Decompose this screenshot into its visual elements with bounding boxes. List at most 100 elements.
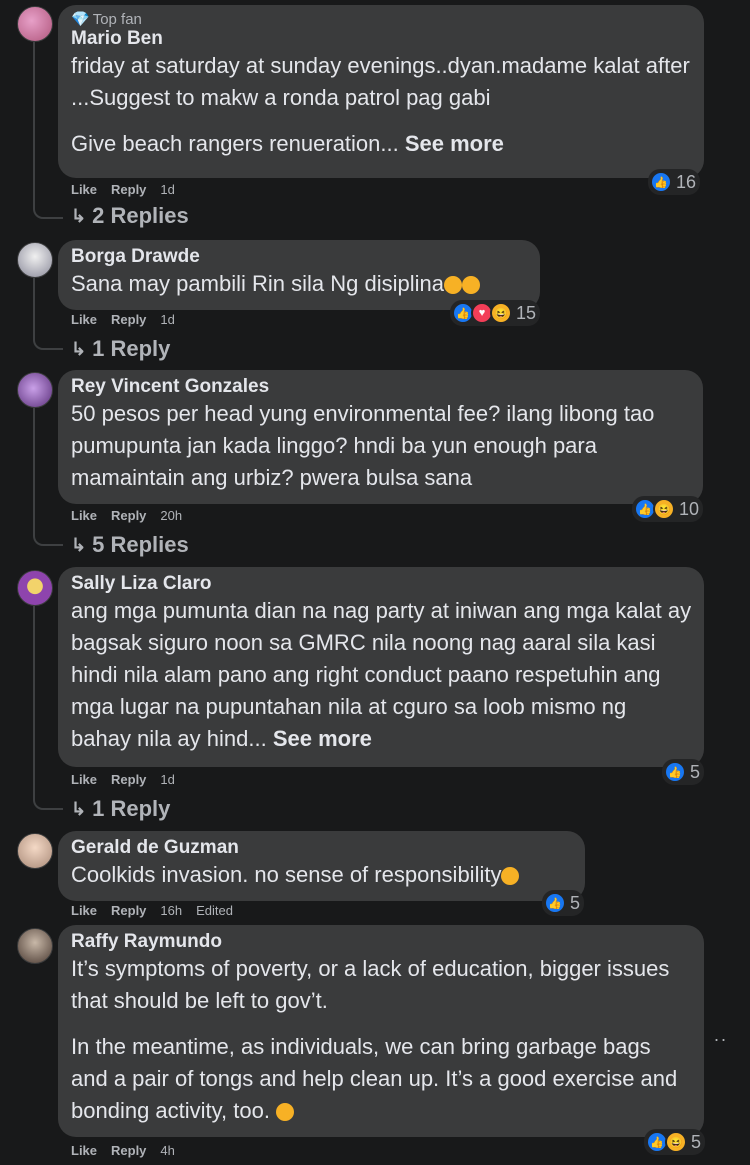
reply-arrow-icon: ↳ — [71, 798, 87, 819]
like-button[interactable]: Like — [71, 312, 97, 327]
like-button[interactable]: Like — [71, 508, 97, 523]
avatar[interactable] — [17, 242, 53, 278]
thread-line — [33, 42, 63, 219]
reaction-summary[interactable]: 👍 😆 5 — [644, 1129, 706, 1155]
comment-bubble: Sally Liza Claro ang mga pumunta dian na… — [58, 567, 704, 767]
comment-bubble: Rey Vincent Gonzales 50 pesos per head y… — [58, 370, 703, 504]
see-more-link[interactable]: See more — [273, 726, 372, 751]
comment-text: It’s symptoms of poverty, or a lack of e… — [71, 953, 692, 1127]
reply-button[interactable]: Reply — [111, 1143, 146, 1158]
view-replies-link[interactable]: ↳ 2 Replies — [71, 203, 189, 229]
comment-text: Coolkids invasion. no sense of responsib… — [71, 859, 573, 891]
like-button[interactable]: Like — [71, 1143, 97, 1158]
comment-actions: Like Reply 4h — [71, 1143, 175, 1158]
reaction-summary[interactable]: 👍 5 — [662, 759, 705, 785]
comment-author[interactable]: Sally Liza Claro — [71, 573, 692, 595]
comment-time[interactable]: 4h — [160, 1143, 174, 1158]
haha-reaction-icon: 😆 — [490, 302, 512, 324]
like-reaction-icon: 👍 — [664, 761, 686, 783]
comment-author[interactable]: Borga Drawde — [71, 246, 528, 268]
avatar[interactable] — [17, 6, 53, 42]
haha-reaction-icon: 😆 — [653, 498, 675, 520]
reaction-summary[interactable]: 👍 5 — [542, 890, 585, 916]
comment-time[interactable]: 16h — [160, 903, 182, 918]
comment-bubble: Gerald de Guzman Coolkids invasion. no s… — [58, 831, 585, 901]
comment-paragraph: Sana may pambili Rin sila Ng disiplina — [71, 268, 528, 300]
comment-time[interactable]: 20h — [160, 508, 182, 523]
comment-actions: Like Reply 20h — [71, 508, 182, 523]
grimace-emoji-icon — [461, 276, 480, 295]
top-fan-badge: 💎 Top fan — [71, 11, 692, 28]
comment-text: ang mga pumunta dian na nag party at ini… — [71, 595, 692, 755]
like-reaction-icon: 👍 — [650, 171, 672, 193]
reaction-count: 10 — [679, 498, 700, 519]
comment-actions: Like Reply 1d — [71, 772, 175, 787]
more-options-button[interactable]: .. — [714, 1025, 728, 1046]
avatar[interactable] — [17, 570, 53, 606]
badge-label: Top fan — [92, 11, 142, 28]
comment-paragraph-text: Coolkids invasion. no sense of responsib… — [71, 862, 502, 887]
reaction-summary[interactable]: 👍 16 — [648, 169, 701, 195]
comment-paragraph-text: In the meantime, as individuals, we can … — [71, 1034, 678, 1123]
comment-text: Sana may pambili Rin sila Ng disiplina — [71, 268, 528, 300]
avatar[interactable] — [17, 928, 53, 964]
reaction-count: 15 — [516, 302, 537, 323]
reply-button[interactable]: Reply — [111, 182, 146, 197]
reply-button[interactable]: Reply — [111, 903, 146, 918]
comment-author[interactable]: Mario Ben — [71, 28, 692, 50]
reaction-count: 5 — [690, 761, 701, 782]
replies-count: 1 Reply — [92, 336, 171, 361]
replies-count: 1 Reply — [92, 796, 171, 821]
reply-button[interactable]: Reply — [111, 312, 146, 327]
comment-bubble: 💎 Top fan Mario Ben friday at saturday a… — [58, 5, 704, 178]
worried-emoji-icon — [501, 867, 520, 886]
reply-button[interactable]: Reply — [111, 508, 146, 523]
thread-line — [33, 278, 63, 350]
view-replies-link[interactable]: ↳ 5 Replies — [71, 532, 189, 558]
comment-paragraph: Give beach rangers renueration... See mo… — [71, 128, 692, 160]
comment-paragraph: In the meantime, as individuals, we can … — [71, 1031, 692, 1127]
comment-actions: Like Reply 1d — [71, 182, 175, 197]
comment-paragraph: Coolkids invasion. no sense of responsib… — [71, 859, 573, 891]
like-button[interactable]: Like — [71, 182, 97, 197]
reaction-summary[interactable]: 👍 😆 10 — [632, 496, 704, 522]
comment-time[interactable]: 1d — [160, 312, 174, 327]
comment-paragraph: friday at saturday at sunday evenings..d… — [71, 53, 690, 110]
comment-paragraph-text: ang mga pumunta dian na nag party at ini… — [71, 598, 692, 751]
reaction-count: 5 — [570, 892, 581, 913]
replies-count: 5 Replies — [92, 532, 189, 557]
see-more-link[interactable]: See more — [405, 131, 504, 156]
view-replies-link[interactable]: ↳ 1 Reply — [71, 336, 170, 362]
grimace-emoji-icon — [443, 276, 462, 295]
view-replies-link[interactable]: ↳ 1 Reply — [71, 796, 170, 822]
replies-count: 2 Replies — [92, 203, 189, 228]
like-button[interactable]: Like — [71, 903, 97, 918]
thread-line — [33, 606, 63, 810]
like-button[interactable]: Like — [71, 772, 97, 787]
reaction-summary[interactable]: 👍 ♥ 😆 15 — [450, 300, 541, 326]
diamond-icon: 💎 — [71, 11, 90, 28]
smile-emoji-icon — [276, 1103, 295, 1122]
comment-time[interactable]: 1d — [160, 182, 174, 197]
comment-paragraph: It’s symptoms of poverty, or a lack of e… — [71, 956, 670, 1013]
like-reaction-icon: 👍 — [544, 892, 566, 914]
reply-button[interactable]: Reply — [111, 772, 146, 787]
comment-bubble: Raffy Raymundo It’s symptoms of poverty,… — [58, 925, 704, 1137]
edited-label: Edited — [196, 903, 233, 918]
thread-line — [33, 408, 63, 546]
comment-author[interactable]: Gerald de Guzman — [71, 837, 573, 859]
comment-author[interactable]: Raffy Raymundo — [71, 931, 692, 953]
avatar[interactable] — [17, 833, 53, 869]
comment-text: 50 pesos per head yung environmental fee… — [71, 398, 691, 494]
avatar[interactable] — [17, 372, 53, 408]
haha-reaction-icon: 😆 — [665, 1131, 687, 1153]
reply-arrow-icon: ↳ — [71, 534, 87, 555]
comment-time[interactable]: 1d — [160, 772, 174, 787]
comment-paragraph-text: Sana may pambili Rin sila Ng disiplina — [71, 271, 444, 296]
comment-actions: Like Reply 1d — [71, 312, 175, 327]
comment-author[interactable]: Rey Vincent Gonzales — [71, 376, 691, 398]
reply-arrow-icon: ↳ — [71, 205, 87, 226]
reaction-count: 5 — [691, 1131, 702, 1152]
comment-paragraph: ang mga pumunta dian na nag party at ini… — [71, 595, 692, 755]
comment-paragraph-text: Give beach rangers renueration... — [71, 131, 405, 156]
